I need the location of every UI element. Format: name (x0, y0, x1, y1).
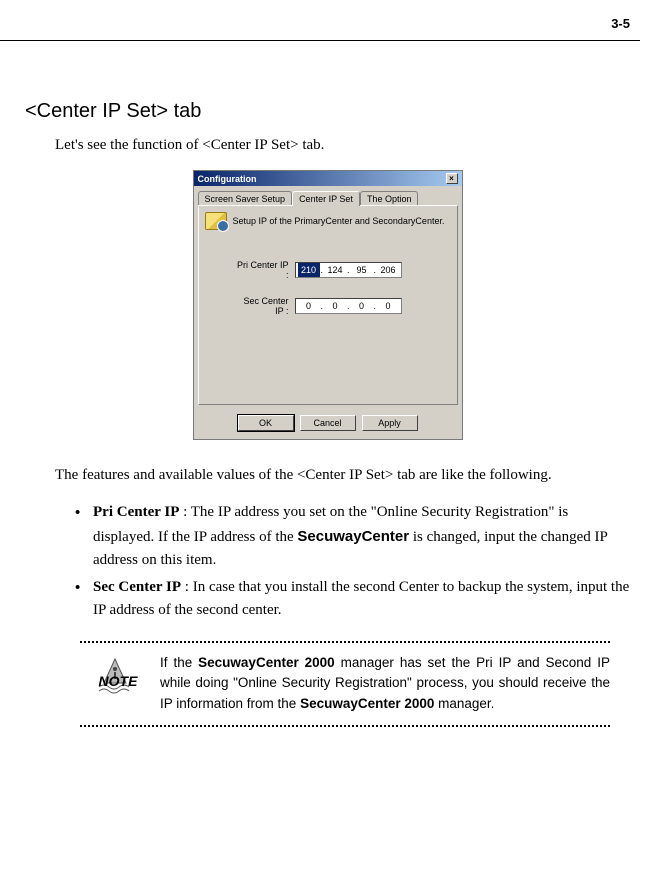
pri-center-label: Pri Center IP : (233, 260, 295, 280)
center-ip-icon (205, 212, 227, 230)
list-item: Sec Center IP : In case that you install… (75, 576, 630, 623)
feature-list: Pri Center IP : The IP address you set o… (75, 501, 630, 622)
feature-strong: SecuwayCenter (297, 528, 409, 545)
features-intro: The features and available values of the… (55, 464, 630, 487)
sec-center-ip-input[interactable]: 0. 0. 0. 0 (295, 298, 403, 314)
list-item: Pri Center IP : The IP address you set o… (75, 501, 630, 572)
dialog-buttons: OK Cancel Apply (194, 409, 462, 439)
dialog-titlebar: Configuration × (194, 171, 462, 186)
apply-button[interactable]: Apply (362, 415, 418, 431)
section-title: <Center IP Set> tab (25, 100, 630, 123)
ip-octet[interactable]: 206 (377, 263, 399, 277)
ip-octet[interactable]: 0 (298, 299, 320, 313)
dialog-tabs: Screen Saver Setup Center IP Set The Opt… (194, 186, 462, 205)
ip-octet[interactable]: 0 (324, 299, 346, 313)
dialog-title: Configuration (198, 174, 257, 184)
note-text: If the SecuwayCenter 2000 manager has se… (160, 653, 610, 716)
tab-screen-saver[interactable]: Screen Saver Setup (198, 191, 293, 206)
tab-heading-row: Setup IP of the PrimaryCenter and Second… (205, 212, 451, 230)
feature-term: Pri Center IP (93, 504, 179, 520)
tab-center-ip-set[interactable]: Center IP Set (292, 191, 360, 206)
page-content: <Center IP Set> tab Let's see the functi… (0, 0, 650, 727)
configuration-dialog: Configuration × Screen Saver Setup Cente… (193, 170, 463, 440)
feature-term: Sec Center IP (93, 579, 181, 595)
ip-octet[interactable]: 0 (351, 299, 373, 313)
pri-center-row: Pri Center IP : 210. 124. 95. 206 (205, 260, 451, 280)
top-rule (0, 40, 640, 41)
tab-panel: Setup IP of the PrimaryCenter and Second… (198, 205, 458, 405)
ip-octet[interactable]: 124 (324, 263, 346, 277)
pri-center-ip-input[interactable]: 210. 124. 95. 206 (295, 262, 403, 278)
note-icon: NOTE (80, 653, 150, 716)
intro-text: Let's see the function of <Center IP Set… (55, 137, 630, 154)
sec-center-row: Sec Center IP : 0. 0. 0. 0 (205, 296, 451, 316)
cancel-button[interactable]: Cancel (300, 415, 356, 431)
close-icon[interactable]: × (446, 173, 458, 184)
ip-octet[interactable]: 210 (298, 263, 320, 277)
note-box: NOTE If the SecuwayCenter 2000 manager h… (80, 641, 610, 728)
tab-heading: Setup IP of the PrimaryCenter and Second… (233, 216, 445, 226)
tab-the-option[interactable]: The Option (360, 191, 419, 206)
note-label: NOTE (99, 671, 138, 693)
sec-center-label: Sec Center IP : (233, 296, 295, 316)
dialog-screenshot: Configuration × Screen Saver Setup Cente… (25, 170, 630, 440)
page-number: 3-5 (611, 16, 630, 31)
ok-button[interactable]: OK (238, 415, 294, 431)
ip-octet[interactable]: 0 (377, 299, 399, 313)
ip-octet[interactable]: 95 (351, 263, 373, 277)
